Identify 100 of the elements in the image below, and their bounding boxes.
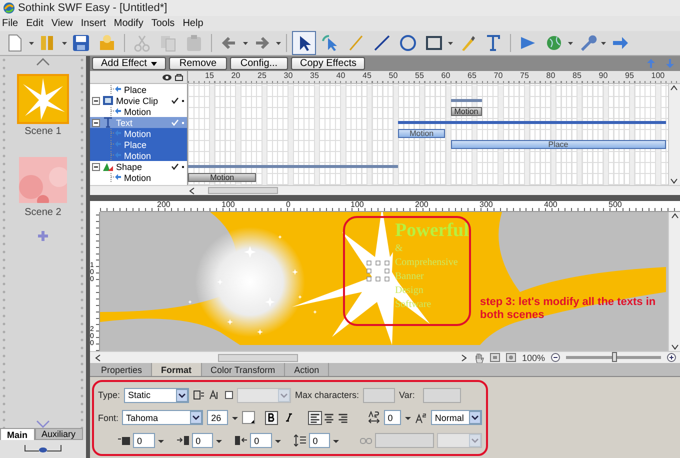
banner-heading: Powerful xyxy=(395,220,469,242)
effect-bar[interactable]: Motion xyxy=(398,129,446,138)
bold-b-icon xyxy=(268,413,276,422)
letter-spacing-icon[interactable] xyxy=(368,411,380,424)
menu-item[interactable]: Help xyxy=(182,18,204,29)
effect-icon xyxy=(110,128,122,139)
toolbar-button[interactable]: Remove xyxy=(168,57,227,70)
ruler-label: 25 xyxy=(258,71,266,80)
paragraph-indent-icon xyxy=(118,434,130,448)
effect-icon xyxy=(110,139,122,150)
number-field[interactable]: 0 xyxy=(133,433,155,448)
letter-spacing-field[interactable]: 0 xyxy=(384,410,401,426)
effect-bar[interactable]: Motion xyxy=(188,173,256,182)
toolbar-button[interactable]: Copy Effects xyxy=(290,57,366,70)
dropdown-button[interactable]: Add Effect xyxy=(92,57,166,70)
checkbox-icon[interactable] xyxy=(225,391,234,400)
var-field[interactable] xyxy=(423,388,462,403)
effect-bar[interactable]: Place xyxy=(450,140,666,149)
ruler-label: 30 xyxy=(284,71,293,80)
properties-tab[interactable]: Color Transform xyxy=(202,363,286,376)
ruler-label: 45 xyxy=(362,71,372,80)
number-field[interactable]: 0 xyxy=(192,433,214,448)
scene-label: Scene 2 xyxy=(24,207,62,218)
position-dropdown[interactable]: Normal xyxy=(430,410,482,426)
collapse-icon[interactable] xyxy=(92,118,100,126)
color-swatch[interactable] xyxy=(242,411,256,424)
layer-name: Motion xyxy=(124,150,152,160)
menu-item[interactable]: Modify xyxy=(114,18,144,29)
ruler-label: 55 xyxy=(415,71,424,80)
layer-row[interactable]: Motion xyxy=(90,150,187,161)
check-icon[interactable] xyxy=(171,163,179,170)
collapse-icon[interactable] xyxy=(92,96,100,104)
ruler-label: 85 xyxy=(572,71,582,80)
number-field[interactable]: 0 xyxy=(250,433,272,448)
menu-item[interactable]: Tools xyxy=(151,18,175,29)
banner-text: Comprehensive xyxy=(395,257,458,268)
ruler-label: 100 xyxy=(651,71,665,80)
align-left-icon[interactable] xyxy=(308,410,322,425)
font-size-field[interactable]: 26 xyxy=(207,410,228,426)
ruler-label: 70 xyxy=(494,71,503,80)
ruler-label: 80 xyxy=(546,71,556,80)
type-dropdown[interactable]: Static xyxy=(124,388,190,403)
font-dropdown[interactable]: Tahoma xyxy=(122,410,204,426)
layer-row[interactable]: Movie Clip xyxy=(90,95,187,106)
layer-name: Place xyxy=(124,84,147,94)
layer-row[interactable]: Motion xyxy=(90,128,187,139)
horizontal-scrollbar[interactable] xyxy=(90,185,680,195)
ruler-label: 75 xyxy=(520,71,529,80)
view-icon[interactable] xyxy=(506,353,516,362)
bold-toggle[interactable] xyxy=(265,410,278,425)
ruler-label: 20 xyxy=(231,71,240,80)
menu-item[interactable]: File xyxy=(2,18,18,29)
layer-name: Shape xyxy=(116,162,142,172)
properties-tab[interactable]: Format xyxy=(152,363,202,376)
vertical-scrollbar[interactable] xyxy=(668,84,680,185)
menu-item[interactable]: Edit xyxy=(26,18,44,29)
layer-name: Text xyxy=(116,118,133,128)
max-characters-field[interactable] xyxy=(363,388,396,403)
layer-row[interactable]: Motion xyxy=(90,172,187,183)
eye-icon xyxy=(23,443,63,455)
paragraph-left-margin-icon xyxy=(176,434,189,448)
number-field[interactable]: 0 xyxy=(308,433,330,448)
selection-handles-icon xyxy=(366,260,390,282)
check-icon[interactable] xyxy=(171,97,179,104)
ruler-label: 65 xyxy=(468,71,476,80)
scroll-thumb[interactable] xyxy=(208,187,278,194)
text-border-icon[interactable] xyxy=(193,390,206,400)
menu-item[interactable]: Insert xyxy=(80,18,106,29)
scene-thumbnail[interactable] xyxy=(17,74,69,124)
layer-row[interactable]: Place xyxy=(90,139,187,150)
toolbar-button[interactable]: Config... xyxy=(230,57,288,70)
panel-tab[interactable]: Auxiliary xyxy=(34,428,83,440)
ruler-label: 35 xyxy=(310,71,319,80)
layer-row[interactable]: Shape xyxy=(90,161,187,172)
hand-icon[interactable] xyxy=(474,352,484,362)
field-label: Type: xyxy=(98,390,120,400)
scroll-thumb[interactable] xyxy=(218,354,298,362)
fit-page-icon[interactable] xyxy=(490,353,500,362)
ruler-label: 200 xyxy=(415,200,428,209)
superscript-icon[interactable] xyxy=(414,412,427,424)
layer-row[interactable]: Motion xyxy=(90,106,187,117)
pointer-icon[interactable] xyxy=(292,31,316,55)
url-field[interactable] xyxy=(375,433,434,448)
effect-bar[interactable]: Motion xyxy=(450,107,482,116)
zoom-percentage: 100% xyxy=(522,352,545,362)
scene-thumbnail[interactable] xyxy=(17,155,69,205)
caret-icon[interactable] xyxy=(150,62,157,66)
zoom-out-icon[interactable] xyxy=(551,353,560,362)
ruler-label: 300 xyxy=(480,200,493,209)
slider-thumb[interactable] xyxy=(612,352,616,362)
layer-name: Motion xyxy=(124,172,152,182)
zoom-in-icon[interactable] xyxy=(667,353,676,362)
vertical-scrollbar[interactable] xyxy=(668,212,680,351)
layer-row[interactable]: Place xyxy=(90,84,187,95)
menu-item[interactable]: View xyxy=(51,18,73,29)
properties-tab[interactable]: Action xyxy=(285,363,330,376)
up-chevron-icon[interactable] xyxy=(36,58,50,66)
panel-tab[interactable]: Main xyxy=(0,428,35,440)
scene-label: Scene 1 xyxy=(24,126,62,137)
collapse-icon[interactable] xyxy=(92,162,100,170)
